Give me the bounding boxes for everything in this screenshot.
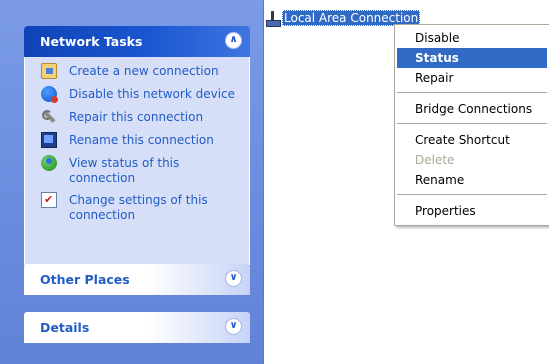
disable-device-icon (41, 86, 58, 103)
details-title: Details (40, 320, 90, 335)
task-disable-device[interactable]: Disable this network device (25, 86, 249, 103)
task-label: Rename this connection (69, 133, 214, 147)
menu-item-rename[interactable]: Rename (397, 170, 547, 190)
collapse-up-icon[interactable]: ∧ (225, 32, 242, 49)
menu-item-disable[interactable]: Disable (397, 28, 547, 48)
status-icon (41, 155, 57, 171)
task-create-connection[interactable]: Create a new connection (25, 63, 249, 80)
details-header[interactable]: Details ∨ (24, 312, 250, 343)
menu-item-properties[interactable]: Properties (397, 201, 547, 221)
task-label: Create a new connection (69, 64, 219, 78)
menu-item-delete: Delete (415, 153, 455, 167)
settings-icon (41, 192, 57, 208)
task-label: Repair this connection (69, 110, 204, 124)
menu-item-create-shortcut[interactable]: Create Shortcut (397, 130, 547, 150)
expand-down-icon[interactable]: ∨ (225, 270, 242, 287)
expand-down-icon[interactable]: ∨ (225, 318, 242, 335)
task-label: Disable this network device (69, 87, 236, 101)
menu-separator (397, 123, 547, 124)
details-group: Details ∨ (24, 312, 250, 343)
new-connection-icon (41, 63, 57, 79)
network-tasks-header[interactable]: Network Tasks ∧ (24, 26, 250, 57)
network-tasks-title: Network Tasks (40, 34, 143, 49)
task-pane: Network Tasks ∧ Create a new connection … (0, 0, 264, 364)
network-connection-icon (266, 10, 281, 27)
network-tasks-list: Create a new connection Disable this net… (24, 57, 250, 265)
task-rename-connection[interactable]: Rename this connection (25, 132, 249, 149)
menu-separator (397, 194, 547, 195)
rename-icon (41, 132, 57, 148)
menu-item-status[interactable]: Status (397, 48, 547, 68)
task-label: Change settings of this connection (69, 193, 208, 222)
task-view-status[interactable]: View status of this connection (25, 155, 249, 186)
task-label: View status of this connection (69, 156, 180, 185)
task-repair-connection[interactable]: Repair this connection (25, 109, 249, 126)
menu-item-repair[interactable]: Repair (397, 68, 547, 88)
other-places-group: Other Places ∨ (24, 264, 250, 295)
menu-separator (397, 92, 547, 93)
network-tasks-group: Network Tasks ∧ Create a new connection … (24, 26, 250, 265)
menu-item-bridge-connections[interactable]: Bridge Connections (397, 99, 547, 119)
context-menu: Disable Status Repair Bridge Connections… (394, 24, 549, 226)
repair-icon (41, 109, 57, 125)
task-change-settings[interactable]: Change settings of this connection (25, 192, 249, 223)
other-places-header[interactable]: Other Places ∨ (24, 264, 250, 295)
other-places-title: Other Places (40, 272, 130, 287)
